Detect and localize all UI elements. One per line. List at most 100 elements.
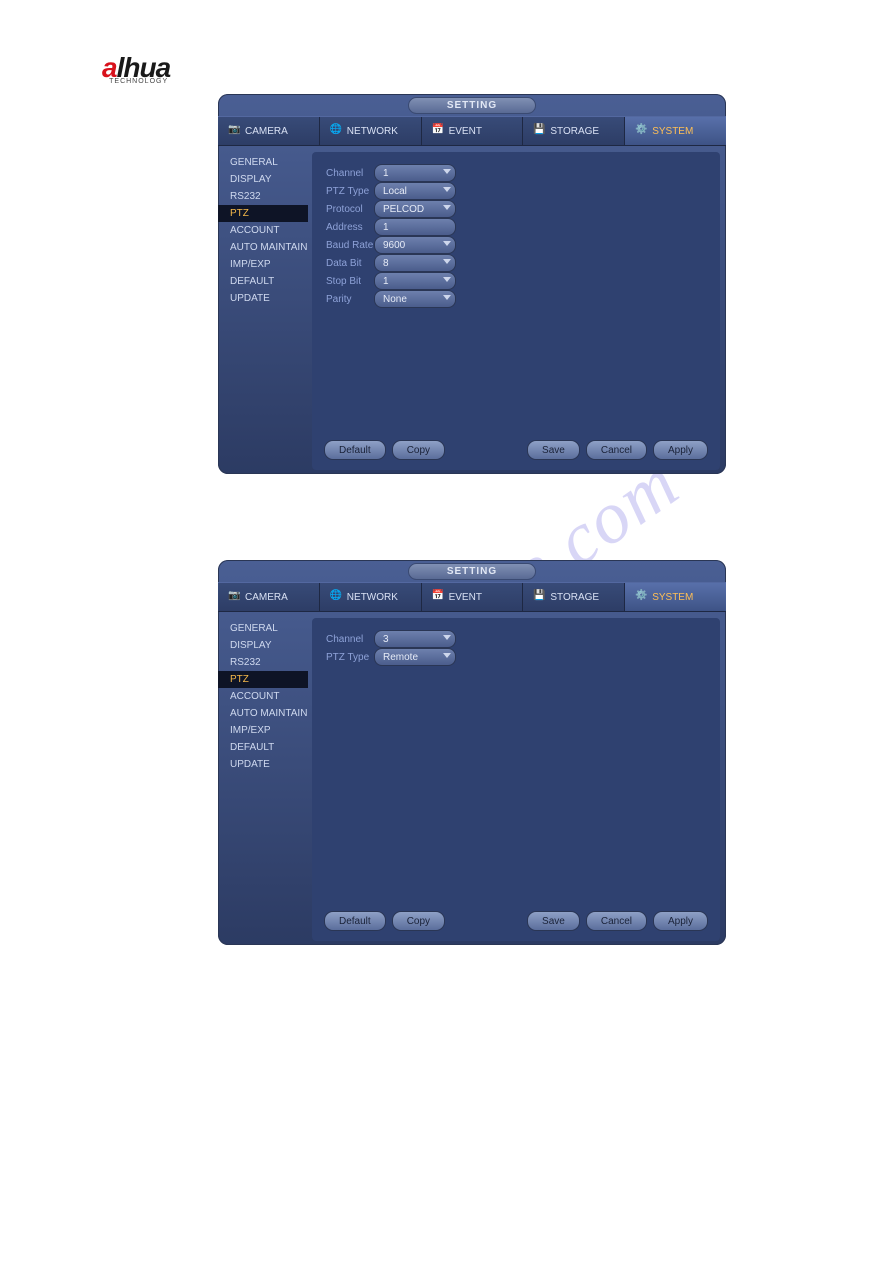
- default-button[interactable]: Default: [324, 911, 386, 931]
- sidebar-item-ptz[interactable]: PTZ: [218, 205, 308, 222]
- tab-label: STORAGE: [550, 592, 599, 603]
- select-databit[interactable]: 8: [374, 254, 456, 272]
- select-ptztype[interactable]: Remote: [374, 648, 456, 666]
- select-value: 9600: [383, 240, 405, 251]
- tab-label: CAMERA: [245, 592, 288, 603]
- select-channel[interactable]: 1: [374, 164, 456, 182]
- sidebar-item-display[interactable]: DISPLAY: [218, 637, 308, 654]
- system-icon: ⚙️: [635, 124, 649, 138]
- sidebar-item-automaintain[interactable]: AUTO MAINTAIN: [218, 705, 308, 722]
- label-address: Address: [326, 222, 374, 233]
- sidebar: GENERAL DISPLAY RS232 PTZ ACCOUNT AUTO M…: [218, 146, 308, 476]
- sidebar-item-account[interactable]: ACCOUNT: [218, 688, 308, 705]
- brand-logo: alhua TECHNOLOGY: [102, 52, 170, 85]
- input-value: 1: [383, 222, 389, 233]
- tab-event[interactable]: 📅EVENT: [422, 117, 524, 145]
- sidebar-item-account[interactable]: ACCOUNT: [218, 222, 308, 239]
- storage-icon: 💾: [533, 124, 547, 138]
- label-ptztype: PTZ Type: [326, 652, 374, 663]
- label-channel: Channel: [326, 634, 374, 645]
- panel-title: SETTING: [408, 563, 536, 580]
- row-channel: Channel 1: [326, 164, 720, 182]
- label-stopbit: Stop Bit: [326, 276, 374, 287]
- sidebar-item-display[interactable]: DISPLAY: [218, 171, 308, 188]
- select-value: 3: [383, 634, 389, 645]
- select-ptztype[interactable]: Local: [374, 182, 456, 200]
- chevron-down-icon: [443, 653, 451, 658]
- sidebar-item-general[interactable]: GENERAL: [218, 154, 308, 171]
- tab-camera[interactable]: 📷CAMERA: [218, 117, 320, 145]
- select-stopbit[interactable]: 1: [374, 272, 456, 290]
- chevron-down-icon: [443, 169, 451, 174]
- panel-body: GENERAL DISPLAY RS232 PTZ ACCOUNT AUTO M…: [218, 146, 726, 476]
- select-channel[interactable]: 3: [374, 630, 456, 648]
- apply-button[interactable]: Apply: [653, 911, 708, 931]
- chevron-down-icon: [443, 187, 451, 192]
- panel-title: SETTING: [408, 97, 536, 114]
- select-value: 1: [383, 276, 389, 287]
- tab-network[interactable]: 🌐NETWORK: [320, 117, 422, 145]
- content-wrap: Channel 1 PTZ Type Local Protocol PELCOD…: [308, 146, 726, 476]
- tab-storage[interactable]: 💾STORAGE: [523, 117, 625, 145]
- select-protocol[interactable]: PELCOD: [374, 200, 456, 218]
- sidebar-item-rs232[interactable]: RS232: [218, 654, 308, 671]
- row-ptztype: PTZ Type Remote: [326, 648, 720, 666]
- row-ptztype: PTZ Type Local: [326, 182, 720, 200]
- settings-panel-1: SETTING 📷CAMERA 🌐NETWORK 📅EVENT 💾STORAGE…: [218, 94, 726, 474]
- system-icon: ⚙️: [635, 590, 649, 604]
- tab-system[interactable]: ⚙️SYSTEM: [625, 583, 726, 611]
- sidebar-item-automaintain[interactable]: AUTO MAINTAIN: [218, 239, 308, 256]
- row-stopbit: Stop Bit 1: [326, 272, 720, 290]
- chevron-down-icon: [443, 295, 451, 300]
- sidebar-item-impexp[interactable]: IMP/EXP: [218, 722, 308, 739]
- tab-storage[interactable]: 💾STORAGE: [523, 583, 625, 611]
- sidebar-item-default[interactable]: DEFAULT: [218, 739, 308, 756]
- sidebar-item-default[interactable]: DEFAULT: [218, 273, 308, 290]
- sidebar-item-update[interactable]: UPDATE: [218, 290, 308, 307]
- tab-event[interactable]: 📅EVENT: [422, 583, 524, 611]
- cancel-button[interactable]: Cancel: [586, 911, 647, 931]
- tab-network[interactable]: 🌐NETWORK: [320, 583, 422, 611]
- save-button[interactable]: Save: [527, 440, 580, 460]
- tab-label: CAMERA: [245, 126, 288, 137]
- row-baud: Baud Rate 9600: [326, 236, 720, 254]
- select-value: Local: [383, 186, 407, 197]
- select-parity[interactable]: None: [374, 290, 456, 308]
- select-value: None: [383, 294, 407, 305]
- chevron-down-icon: [443, 205, 451, 210]
- input-address[interactable]: 1: [374, 218, 456, 236]
- row-parity: Parity None: [326, 290, 720, 308]
- save-button[interactable]: Save: [527, 911, 580, 931]
- tab-bar: 📷CAMERA 🌐NETWORK 📅EVENT 💾STORAGE ⚙️SYSTE…: [218, 582, 726, 612]
- sidebar-item-rs232[interactable]: RS232: [218, 188, 308, 205]
- event-icon: 📅: [432, 590, 446, 604]
- camera-icon: 📷: [228, 590, 242, 604]
- label-parity: Parity: [326, 294, 374, 305]
- spacer: [451, 440, 527, 460]
- content-area: Channel 3 PTZ Type Remote Default Copy S…: [312, 618, 720, 941]
- sidebar-item-impexp[interactable]: IMP/EXP: [218, 256, 308, 273]
- row-channel: Channel 3: [326, 630, 720, 648]
- title-bar: SETTING: [218, 94, 726, 116]
- tab-label: SYSTEM: [652, 592, 693, 603]
- label-databit: Data Bit: [326, 258, 374, 269]
- sidebar-item-general[interactable]: GENERAL: [218, 620, 308, 637]
- camera-icon: 📷: [228, 124, 242, 138]
- tab-label: EVENT: [449, 126, 482, 137]
- tab-system[interactable]: ⚙️SYSTEM: [625, 117, 726, 145]
- content-wrap: Channel 3 PTZ Type Remote Default Copy S…: [308, 612, 726, 947]
- sidebar-item-update[interactable]: UPDATE: [218, 756, 308, 773]
- tab-label: STORAGE: [550, 126, 599, 137]
- chevron-down-icon: [443, 635, 451, 640]
- button-row: Default Copy Save Cancel Apply: [312, 440, 720, 460]
- apply-button[interactable]: Apply: [653, 440, 708, 460]
- copy-button[interactable]: Copy: [392, 911, 445, 931]
- cancel-button[interactable]: Cancel: [586, 440, 647, 460]
- tab-camera[interactable]: 📷CAMERA: [218, 583, 320, 611]
- default-button[interactable]: Default: [324, 440, 386, 460]
- select-baud[interactable]: 9600: [374, 236, 456, 254]
- settings-panel-2: SETTING 📷CAMERA 🌐NETWORK 📅EVENT 💾STORAGE…: [218, 560, 726, 945]
- sidebar-item-ptz[interactable]: PTZ: [218, 671, 308, 688]
- copy-button[interactable]: Copy: [392, 440, 445, 460]
- select-value: 1: [383, 168, 389, 179]
